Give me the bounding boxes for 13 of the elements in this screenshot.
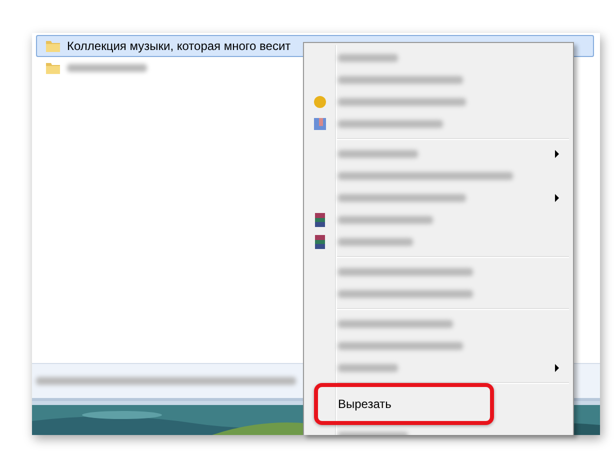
- blurred-text: [338, 54, 398, 62]
- submenu-arrow-icon: [555, 194, 559, 202]
- file-name: Коллекция музыки, которая много весит: [67, 39, 291, 53]
- submenu-arrow-icon: [555, 150, 559, 158]
- books-icon: [312, 212, 328, 228]
- menu-item[interactable]: Вырезать: [306, 393, 490, 415]
- circle-icon: [312, 94, 328, 110]
- folder-icon: [45, 61, 61, 75]
- blurred-text: [338, 364, 398, 372]
- box-icon: [312, 116, 328, 132]
- submenu-arrow-icon: [555, 364, 559, 372]
- books-icon: [312, 234, 328, 250]
- folder-icon: [45, 39, 61, 53]
